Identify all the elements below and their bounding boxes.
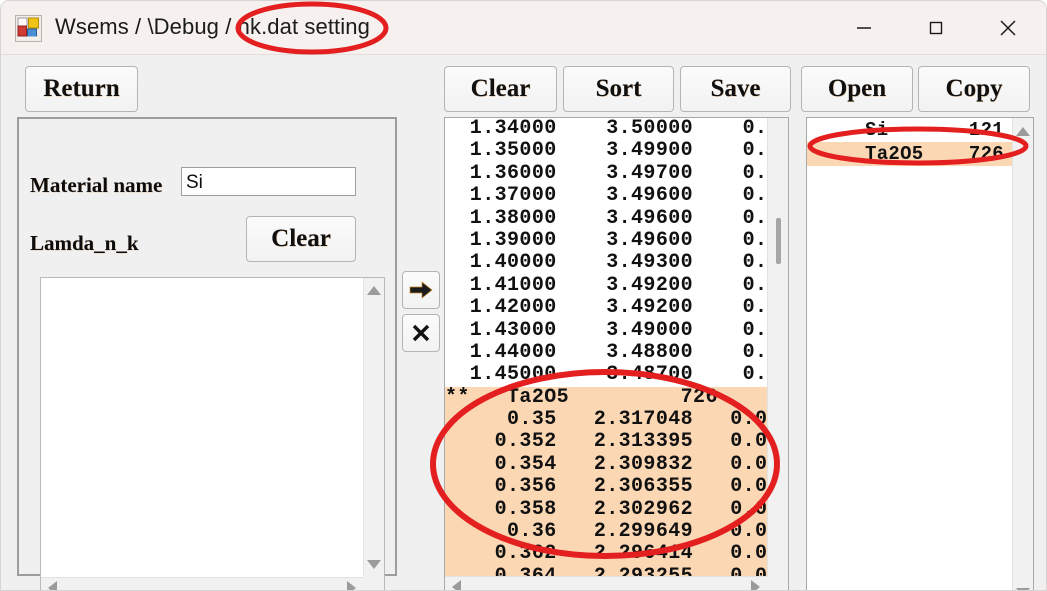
nk-data-row[interactable]: 1.40000 3.49300 0.00000	[445, 251, 767, 274]
clear-list-button[interactable]: Clear	[444, 66, 557, 112]
material-name-label: Material name	[30, 173, 163, 197]
minimize-button[interactable]	[830, 1, 898, 54]
scroll-down-icon[interactable]	[367, 560, 381, 569]
nk-data-row[interactable]: 1.35000 3.49900 0.00000	[445, 139, 767, 162]
material-entry-group: Material name Si Lamda_n_k Clear	[17, 117, 397, 590]
sort-button[interactable]: Sort	[563, 66, 674, 112]
material-item-name: Si	[865, 119, 889, 141]
title-bar: Wsems / \Debug / nk.dat setting	[1, 1, 1046, 55]
lamda-n-k-textarea[interactable]	[41, 278, 363, 577]
nk-data-row[interactable]: 1.37000 3.49600 0.00000	[445, 184, 767, 207]
nk-data-row[interactable]: 1.36000 3.49700 0.00000	[445, 162, 767, 185]
material-name-input[interactable]: Si	[181, 167, 356, 196]
nk-data-row[interactable]: 0.36 2.299649 0.000569	[445, 520, 767, 544]
nk-data-row[interactable]: 0.352 2.313395 0.000637	[445, 431, 767, 454]
nk-data-row[interactable]: 1.38000 3.49600 0.00000	[445, 207, 767, 230]
nk-data-row[interactable]: 1.44000 3.48800 0.00000	[445, 341, 767, 364]
save-button[interactable]: Save	[680, 66, 791, 112]
delete-button[interactable]	[402, 314, 440, 352]
nk-data-row[interactable]: 1.43000 3.49000 0.00000	[445, 319, 767, 342]
lamda-n-k-label: Lamda_n_k	[30, 231, 139, 255]
nk-data-row[interactable]: 1.45000 3.48700 0.00000	[445, 363, 767, 386]
nk-data-row[interactable]: 1.34000 3.50000 0.00000	[445, 118, 767, 140]
close-button[interactable]	[974, 1, 1042, 54]
nk-data-row[interactable]: 1.39000 3.49600 0.00000	[445, 229, 767, 252]
nk-data-row[interactable]: 0.35 2.317048 0.000655	[445, 408, 767, 432]
close-icon	[1000, 19, 1016, 36]
nk-data-row[interactable]: 1.42000 3.49200 0.00000	[445, 296, 767, 319]
lamda-n-k-textarea-wrapper	[40, 277, 385, 590]
lamda-textarea-vertical-scrollbar[interactable]	[363, 278, 384, 577]
material-list-item[interactable]: Si 121	[807, 118, 1012, 142]
nk-data-row[interactable]: 1.41000 3.49200 0.00000	[445, 274, 767, 297]
material-list[interactable]: Si 121 Ta2O5 726	[806, 117, 1034, 590]
scroll-right-icon[interactable]	[751, 580, 760, 590]
scroll-up-icon[interactable]	[1016, 127, 1030, 136]
screenshot-root: Wsems / \Debug / nk.dat setting Return C…	[0, 0, 1047, 591]
scrollbar-corner	[767, 576, 788, 590]
application-window: Wsems / \Debug / nk.dat setting Return C…	[0, 0, 1047, 591]
nk-data-row[interactable]: ** Ta2O5 726	[445, 386, 767, 410]
client-area: Return Clear Sort Save Open Copy Materia…	[1, 55, 1046, 590]
nk-data-row[interactable]: 0.356 2.306355 0.000602	[445, 475, 767, 499]
window-title: Wsems / \Debug / nk.dat setting	[55, 14, 370, 39]
material-list-rows: Si 121 Ta2O5 726	[807, 118, 1012, 590]
nk-data-row[interactable]: 0.362 2.296414 0.000553	[445, 543, 767, 566]
scrollbar-corner	[363, 577, 384, 590]
scroll-right-icon[interactable]	[347, 581, 356, 590]
material-item-name: Ta2O5	[865, 143, 924, 165]
nk-data-vertical-scrollbar[interactable]	[767, 118, 788, 576]
nk-data-row[interactable]: 0.364 2.293255 0.000538	[445, 565, 767, 576]
material-list-item[interactable]: Ta2O5 726	[807, 142, 1012, 166]
lamda-textarea-horizontal-scrollbar[interactable]	[41, 577, 363, 590]
x-icon	[412, 324, 430, 342]
nk-data-row[interactable]: 0.358 2.302962 0.000585	[445, 498, 767, 522]
return-button[interactable]: Return	[25, 66, 138, 112]
nk-data-horizontal-scrollbar-inner[interactable]	[445, 576, 767, 590]
nk-data-list[interactable]: 1.34000 3.50000 0.00000 1.35000 3.49900 …	[444, 117, 789, 590]
material-item-count: 726	[968, 143, 1004, 165]
move-right-button[interactable]	[402, 271, 440, 309]
material-list-vertical-scrollbar[interactable]	[1012, 118, 1033, 590]
scroll-up-icon[interactable]	[367, 286, 381, 295]
clear-textarea-button[interactable]: Clear	[246, 216, 356, 262]
nk-data-scroll-thumb[interactable]	[776, 218, 781, 264]
nk-data-row[interactable]: 0.354 2.309832 0.000619	[445, 453, 767, 477]
minimize-icon	[857, 26, 871, 29]
scroll-left-icon[interactable]	[452, 580, 461, 590]
open-button[interactable]: Open	[801, 66, 913, 112]
maximize-icon	[929, 21, 943, 34]
copy-button[interactable]: Copy	[918, 66, 1030, 112]
nk-data-rows: 1.34000 3.50000 0.00000 1.35000 3.49900 …	[445, 118, 767, 576]
arrow-right-icon	[409, 281, 433, 299]
material-item-count: 121	[968, 119, 1004, 141]
app-icon	[15, 15, 42, 42]
scroll-left-icon[interactable]	[48, 581, 57, 590]
maximize-button[interactable]	[902, 1, 970, 54]
